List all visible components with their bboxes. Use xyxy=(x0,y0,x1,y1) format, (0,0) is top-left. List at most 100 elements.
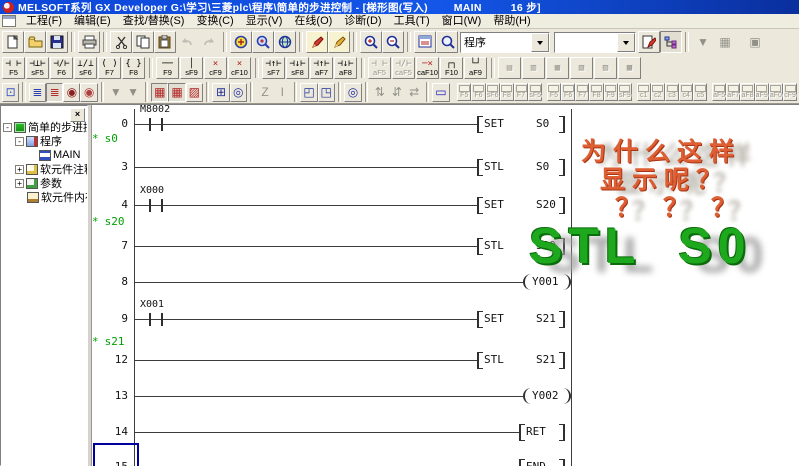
sfc-button[interactable]: F5 xyxy=(547,83,561,101)
find-button[interactable]: ◎ xyxy=(344,83,361,102)
comment-edit-button[interactable] xyxy=(638,31,660,53)
grayed-sort-button[interactable]: ⇅ xyxy=(371,83,388,102)
menu-find-replace[interactable]: 查找/替换(S) xyxy=(117,14,191,28)
undo-button[interactable] xyxy=(176,31,198,53)
sfc-button[interactable]: F8 xyxy=(589,83,603,101)
coil-button[interactable]: ( )F7 xyxy=(98,57,121,79)
project-data-button[interactable] xyxy=(414,31,436,53)
menu-diagnostics[interactable]: 诊断(D) xyxy=(338,14,387,28)
delete-line-button[interactable]: ─×caF10 xyxy=(416,57,439,79)
tile-window-button[interactable]: ◰ xyxy=(300,83,317,102)
ladder-rung[interactable]: 8 Y001 xyxy=(92,282,799,283)
chevron-down-icon[interactable] xyxy=(617,33,635,52)
ladder-rung[interactable]: 13 Y002 xyxy=(92,396,799,397)
sfc-delete-button[interactable]: cF9 xyxy=(783,83,797,101)
grayed-view-button[interactable]: ▼ xyxy=(124,83,141,102)
tree-item-main[interactable]: MAIN xyxy=(1,148,87,162)
sfc-button[interactable]: aF9 xyxy=(755,83,769,101)
grayed-symbol-button[interactable]: ▤ xyxy=(498,57,521,79)
device-monitor-button[interactable]: ◎ xyxy=(230,83,247,102)
monitor-mode-button[interactable] xyxy=(252,31,274,53)
save-button[interactable] xyxy=(46,31,68,53)
menu-edit[interactable]: 编辑(E) xyxy=(68,14,117,28)
menu-help[interactable]: 帮助(H) xyxy=(487,14,536,28)
device-test-button[interactable]: ⊞ xyxy=(212,83,229,102)
tree-item-project-root[interactable]: - 简单的步进控制 xyxy=(1,120,87,134)
menu-tools[interactable]: 工具(T) xyxy=(388,14,436,28)
menu-online[interactable]: 在线(O) xyxy=(288,14,338,28)
grayed-sort-button[interactable]: ⇄ xyxy=(406,83,423,102)
draw-line-alt-button[interactable]: └┘aF9 xyxy=(464,57,487,79)
parallel-falling-pulse-button[interactable]: ⊣↓⊢aF8 xyxy=(334,57,357,79)
comment-display-button[interactable]: ≣ xyxy=(29,83,46,102)
delete-vertical-line-button[interactable]: ×cF10 xyxy=(228,57,251,79)
menu-view[interactable]: 显示(V) xyxy=(240,14,289,28)
write-mode-button[interactable] xyxy=(306,31,328,53)
parallel-open-contact-button[interactable]: ⊣⊥⊢sF5 xyxy=(26,57,49,79)
blue-rect-tool-button[interactable]: ▭ xyxy=(432,83,449,102)
print-button[interactable] xyxy=(78,31,100,53)
sfc-line-button[interactable]: c4 xyxy=(679,83,693,101)
sfc-line-button[interactable]: c3 xyxy=(665,83,679,101)
sfc-mode-button[interactable]: ▦ xyxy=(168,83,185,102)
menu-project[interactable]: 工程(F) xyxy=(20,14,68,28)
edit-cursor[interactable] xyxy=(93,443,139,466)
cut-button[interactable] xyxy=(110,31,132,53)
tree-item-device-comment[interactable]: + 软元件注释 xyxy=(1,162,87,176)
zoom-out-button[interactable] xyxy=(382,31,404,53)
zoom-in-button[interactable] xyxy=(360,31,382,53)
tree-item-parameter[interactable]: + 参数 xyxy=(1,176,87,190)
ladder-rung[interactable]: 12 STL S21 xyxy=(92,360,799,361)
mdi-child-icon[interactable] xyxy=(2,15,16,27)
sfc-line-button[interactable]: c1 xyxy=(637,83,651,101)
grayed-symbol-button[interactable]: ▦ xyxy=(546,57,569,79)
statement-display-button[interactable]: ≣ xyxy=(46,83,63,102)
copy-button[interactable] xyxy=(132,31,154,53)
note-display-button[interactable]: ◉ xyxy=(63,83,80,102)
draw-line-button[interactable]: ┌┐F10 xyxy=(440,57,463,79)
ladder-rung[interactable]: 9 X001 SET S21 xyxy=(92,319,799,320)
sfc-step-button[interactable]: F5 xyxy=(457,83,471,101)
tree-item-device-memory[interactable]: 软元件内存 xyxy=(1,190,87,204)
grayed-symbol-button[interactable]: ▥ xyxy=(522,57,545,79)
sfc-button[interactable]: sF6 xyxy=(486,83,500,101)
sfc-button[interactable]: F8 xyxy=(500,83,514,101)
grayed-view-button[interactable]: ▼ xyxy=(107,83,124,102)
application-instruction-button[interactable]: { }F8 xyxy=(122,57,145,79)
menu-window[interactable]: 窗口(W) xyxy=(436,14,488,28)
close-icon[interactable]: × xyxy=(70,108,85,122)
instruction-list-button[interactable]: ▨ xyxy=(186,83,203,102)
paste-button[interactable] xyxy=(154,31,176,53)
ladder-rung[interactable]: 14 RET xyxy=(92,432,799,433)
grayed-sort-button[interactable]: ⇵ xyxy=(388,83,405,102)
sfc-button[interactable]: sF9 xyxy=(618,83,632,101)
falling-pulse-button[interactable]: ⊣↓⊢sF8 xyxy=(286,57,309,79)
sfc-button[interactable]: sF5 xyxy=(528,83,542,101)
program-type-combo[interactable]: 程序 xyxy=(460,32,550,53)
sfc-transition-button[interactable]: F6 xyxy=(471,83,485,101)
find-device-button[interactable] xyxy=(436,31,458,53)
open-project-button[interactable] xyxy=(24,31,46,53)
vertical-line-button[interactable]: │sF9 xyxy=(180,57,203,79)
collapse-icon[interactable]: - xyxy=(3,123,12,132)
sfc-button[interactable]: F9 xyxy=(604,83,618,101)
redo-button[interactable] xyxy=(198,31,220,53)
grayed-tool-button[interactable]: ▼ xyxy=(692,31,714,53)
grayed-view-button[interactable]: I xyxy=(274,83,291,102)
sfc-button[interactable]: aF8 xyxy=(740,83,754,101)
grayed-symbol-button[interactable]: ▩ xyxy=(618,57,641,79)
expand-icon[interactable]: + xyxy=(15,165,24,174)
sfc-button[interactable]: aF7 xyxy=(726,83,740,101)
tree-item-program[interactable]: - 程序 xyxy=(1,134,87,148)
cascade-window-button[interactable]: ◳ xyxy=(318,83,335,102)
device-combo[interactable] xyxy=(554,32,636,53)
grayed-tool-button[interactable]: ▦ xyxy=(714,31,736,53)
new-project-button[interactable] xyxy=(2,31,24,53)
sfc-line-button[interactable]: c5 xyxy=(693,83,707,101)
grayed-symbol-button[interactable]: ▨ xyxy=(594,57,617,79)
read-mode-button[interactable] xyxy=(328,31,350,53)
sfc-line-button[interactable]: c2 xyxy=(651,83,665,101)
grayed-view-button[interactable]: Z xyxy=(256,83,273,102)
ladder-monitor-button[interactable] xyxy=(230,31,252,53)
sfc-button[interactable]: F7 xyxy=(514,83,528,101)
